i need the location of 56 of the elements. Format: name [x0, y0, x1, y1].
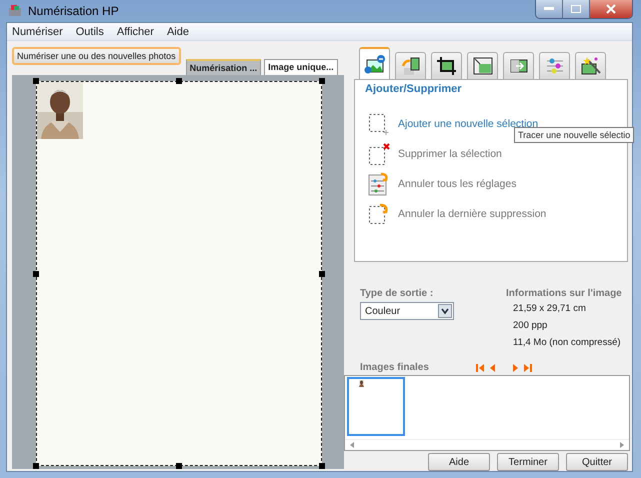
- tooltip: Tracer une nouvelle sélectio: [514, 127, 634, 143]
- menu-item[interactable]: Outils: [76, 26, 104, 38]
- resize-handle[interactable]: [33, 270, 39, 276]
- window-title: Numérisation HP: [28, 4, 119, 18]
- resize-handle[interactable]: [176, 78, 182, 84]
- selection-add-icon: [368, 113, 390, 135]
- selection-delete-icon: [368, 143, 390, 165]
- close-button[interactable]: [590, 0, 632, 18]
- close-icon: [606, 4, 616, 14]
- preview-tab[interactable]: Image unique...: [264, 59, 338, 75]
- image-info-text: 21,59 x 29,71 cm: [512, 302, 587, 316]
- resize-handle[interactable]: [319, 270, 325, 276]
- output-type-label: Type de sortie :: [360, 288, 434, 300]
- image-info-text: 11,4 Mo (non compressé): [512, 336, 622, 350]
- action-link[interactable]: Ajouter une nouvelle sélection: [398, 118, 538, 130]
- dialog-button[interactable]: Quitter: [566, 453, 628, 471]
- final-images-label: Images finales: [360, 362, 429, 374]
- sliders-undo-icon: [368, 172, 390, 196]
- resize-handle[interactable]: [319, 463, 325, 469]
- scan-button[interactable]: Numériser une ou des nouvelles photos: [12, 47, 181, 65]
- next-icon[interactable]: [512, 364, 518, 372]
- maximize-button[interactable]: [563, 0, 590, 18]
- resize-handle[interactable]: [33, 78, 39, 84]
- image-info-text: 200 ppp: [512, 319, 548, 334]
- dialog-button[interactable]: Aide: [428, 453, 490, 471]
- previous-icon[interactable]: [490, 364, 495, 372]
- selection-undo-icon: [368, 203, 390, 225]
- tool-tab[interactable]: [467, 52, 498, 79]
- crop-icon: [436, 56, 458, 76]
- image-info-title: Informations sur l'image: [506, 288, 622, 300]
- tool-tab[interactable]: [431, 52, 462, 79]
- tool-tab[interactable]: [503, 52, 534, 79]
- resize-handle[interactable]: [33, 463, 39, 469]
- scroll-left-icon[interactable]: [350, 442, 354, 448]
- tool-tab[interactable]: [359, 47, 390, 79]
- tool-tab[interactable]: [395, 52, 426, 79]
- menu-item[interactable]: Afficher: [116, 26, 154, 38]
- menu-item[interactable]: Aide: [166, 26, 189, 38]
- minimize-icon: [544, 7, 554, 11]
- tool-tab[interactable]: [575, 52, 606, 79]
- wand-icon: [580, 56, 602, 76]
- minimize-button[interactable]: [536, 0, 563, 18]
- scroll-right-icon[interactable]: [620, 442, 624, 448]
- resize-handle[interactable]: [319, 78, 325, 84]
- output-type-dropdown[interactable]: Couleur: [360, 302, 454, 320]
- panel-title: Ajouter/Supprimer: [365, 83, 463, 95]
- scanner-icon: [8, 4, 22, 18]
- last-icon[interactable]: [524, 364, 532, 372]
- dialog-button[interactable]: Terminer: [497, 453, 559, 471]
- thumbnail[interactable]: [347, 377, 405, 436]
- menu-item[interactable]: Numériser: [12, 26, 63, 38]
- preview-tab[interactable]: Numérisation ...: [186, 59, 262, 75]
- resize-handle[interactable]: [176, 463, 182, 469]
- horizontal-scrollbar[interactable]: [345, 439, 629, 450]
- maximize-icon: [571, 5, 581, 13]
- first-icon[interactable]: [476, 364, 484, 372]
